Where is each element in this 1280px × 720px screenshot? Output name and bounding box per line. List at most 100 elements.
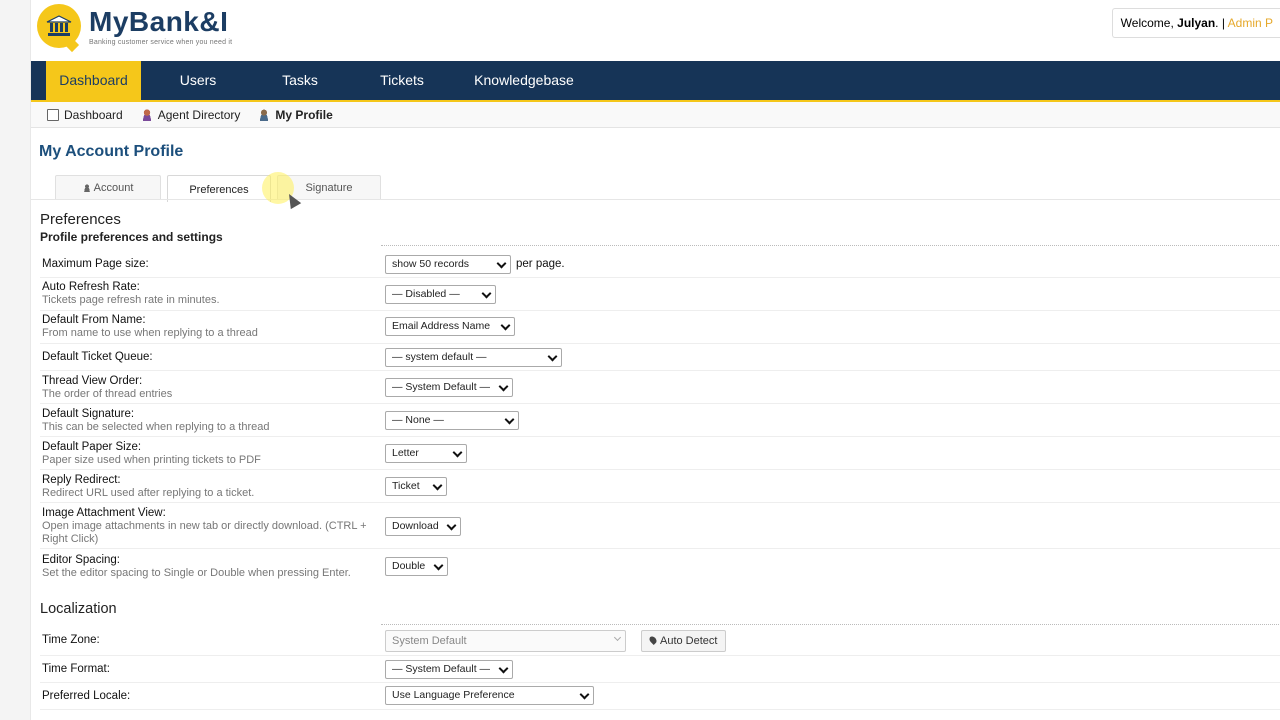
localization-heading: Localization xyxy=(40,601,117,617)
tab-divider xyxy=(31,199,1280,200)
page-size-label: Maximum Page size: xyxy=(42,258,149,270)
image-attachment-label: Image Attachment View: Open image attachm… xyxy=(42,507,377,546)
chevron-down-icon xyxy=(498,663,509,674)
page: MyBank&I Banking customer service when y… xyxy=(30,0,1280,720)
timezone-select[interactable]: System Default xyxy=(385,630,626,652)
editor-spacing-select[interactable]: Double xyxy=(385,557,448,576)
thread-order-desc: The order of thread entries xyxy=(42,388,173,400)
signature-select[interactable]: — None — xyxy=(385,411,519,430)
profile-tabs: Account Preferences Signature xyxy=(55,175,387,202)
image-attachment-select[interactable]: Download xyxy=(385,517,461,536)
section-divider xyxy=(381,624,1280,625)
locale-value: Use Language Preference xyxy=(392,689,515,701)
time-format-label: Time Format: xyxy=(42,663,110,675)
page-margin xyxy=(0,0,30,720)
page-size-select[interactable]: show 50 records xyxy=(385,255,511,274)
subnav-agent-directory-label: Agent Directory xyxy=(157,107,241,122)
nav-knowledgebase[interactable]: Knowledgebase xyxy=(459,61,589,100)
page-title: My Account Profile xyxy=(39,143,184,160)
subnav-dashboard-label: Dashboard xyxy=(64,107,123,122)
chevron-down-icon xyxy=(498,381,509,392)
timezone-value: System Default xyxy=(392,635,467,647)
brand-name: MyBank&I xyxy=(89,5,229,37)
from-name-desc: From name to use when replying to a thre… xyxy=(42,327,258,339)
pref-row-signature: Default Signature: This can be selected w… xyxy=(40,404,1280,437)
chevron-down-icon xyxy=(547,351,558,362)
ticket-queue-value: — system default — xyxy=(392,351,487,363)
locale-select[interactable]: Use Language Preference xyxy=(385,686,594,705)
nav-tasks[interactable]: Tasks xyxy=(265,61,335,100)
chevron-down-icon xyxy=(432,480,443,491)
auto-refresh-select[interactable]: — Disabled — xyxy=(385,285,496,304)
loc-row-timezone: Time Zone: System Default Auto Detect xyxy=(40,626,1280,656)
welcome-prefix: Welcome, xyxy=(1120,16,1174,30)
time-format-select[interactable]: — System Default — xyxy=(385,660,513,679)
thread-order-label: Thread View Order: The order of thread en… xyxy=(42,375,172,401)
pref-row-editor-spacing: Editor Spacing: Set the editor spacing to… xyxy=(40,549,1280,585)
reply-redirect-desc: Redirect URL used after replying to a ti… xyxy=(42,487,255,499)
paper-size-value: Letter xyxy=(392,447,419,459)
chevron-down-icon xyxy=(500,320,511,331)
signature-value: — None — xyxy=(392,414,444,426)
tab-preferences-label: Preferences xyxy=(189,184,249,196)
pref-row-from-name: Default From Name: From name to use when … xyxy=(40,311,1280,344)
reply-redirect-select[interactable]: Ticket xyxy=(385,477,447,496)
bank-logo-icon xyxy=(37,4,81,48)
pref-row-reply-redirect: Reply Redirect: Redirect URL used after r… xyxy=(40,470,1280,503)
paper-size-select[interactable]: Letter xyxy=(385,444,467,463)
nav-users[interactable]: Users xyxy=(161,61,235,100)
tab-account-label: Account xyxy=(93,182,134,194)
brand-logo[interactable]: MyBank&I Banking customer service when y… xyxy=(37,4,232,48)
row-divider xyxy=(40,709,1280,710)
header: MyBank&I Banking customer service when y… xyxy=(31,0,1280,61)
chevron-down-icon xyxy=(446,520,457,531)
reply-redirect-value: Ticket xyxy=(392,480,420,492)
welcome-user: Julyan xyxy=(1177,16,1216,30)
auto-refresh-desc: Tickets page refresh rate in minutes. xyxy=(42,294,220,306)
reply-redirect-label: Reply Redirect: Redirect URL used after r… xyxy=(42,474,254,500)
pref-row-paper-size: Default Paper Size: Paper size used when … xyxy=(40,437,1280,470)
paper-size-title: Default Paper Size: xyxy=(42,441,142,453)
auto-detect-button[interactable]: Auto Detect xyxy=(641,630,727,652)
editor-spacing-desc: Set the editor spacing to Single or Doub… xyxy=(42,567,351,579)
page-size-suffix: per page. xyxy=(516,258,565,270)
image-attachment-title: Image Attachment View: xyxy=(42,507,166,519)
editor-spacing-title: Editor Spacing: xyxy=(42,554,120,566)
auto-refresh-value: — Disabled — xyxy=(392,288,460,300)
auto-detect-label: Auto Detect xyxy=(660,635,718,647)
subnav-dashboard[interactable]: Dashboard xyxy=(47,108,123,122)
tab-account[interactable]: Account xyxy=(55,175,161,199)
chevron-down-icon xyxy=(504,414,515,425)
profile-icon xyxy=(258,108,271,121)
loc-row-time-format: Time Format: — System Default — xyxy=(40,656,1280,683)
chevron-down-icon xyxy=(579,689,590,700)
chevron-down-icon xyxy=(481,288,492,299)
section-divider xyxy=(381,245,1280,246)
dashboard-icon xyxy=(47,108,59,121)
welcome-separator: . | xyxy=(1215,16,1225,30)
page-size-value: show 50 records xyxy=(392,258,470,270)
image-attachment-desc: Open image attachments in new tab or dir… xyxy=(42,520,367,545)
ticket-queue-select[interactable]: — system default — xyxy=(385,348,562,367)
nav-dashboard[interactable]: Dashboard xyxy=(46,61,141,100)
thread-order-select[interactable]: — System Default — xyxy=(385,378,513,397)
from-name-title: Default From Name: xyxy=(42,314,146,326)
sub-nav: Dashboard Agent Directory My Profile xyxy=(31,102,1280,128)
pref-row-ticket-queue: Default Ticket Queue: — system default — xyxy=(40,344,1280,371)
editor-spacing-label: Editor Spacing: Set the editor spacing to… xyxy=(42,554,351,580)
signature-desc: This can be selected when replying to a … xyxy=(42,421,270,433)
chevron-down-icon xyxy=(496,258,507,269)
subnav-my-profile[interactable]: My Profile xyxy=(258,108,333,122)
tab-signature-label: Signature xyxy=(305,182,353,194)
from-name-select[interactable]: Email Address Name xyxy=(385,317,515,336)
time-format-value: — System Default — xyxy=(392,663,491,675)
nav-tickets[interactable]: Tickets xyxy=(365,61,439,100)
ticket-queue-label: Default Ticket Queue: xyxy=(42,351,153,363)
tab-preferences[interactable]: Preferences xyxy=(167,175,271,202)
loc-row-locale: Preferred Locale: Use Language Preferenc… xyxy=(40,683,1280,710)
subnav-agent-directory[interactable]: Agent Directory xyxy=(140,107,241,122)
thread-order-value: — System Default — xyxy=(392,381,491,393)
brand-tagline: Banking customer service when you need i… xyxy=(89,38,233,46)
admin-panel-link[interactable]: Admin P xyxy=(1228,16,1273,30)
locale-label: Preferred Locale: xyxy=(42,690,131,702)
